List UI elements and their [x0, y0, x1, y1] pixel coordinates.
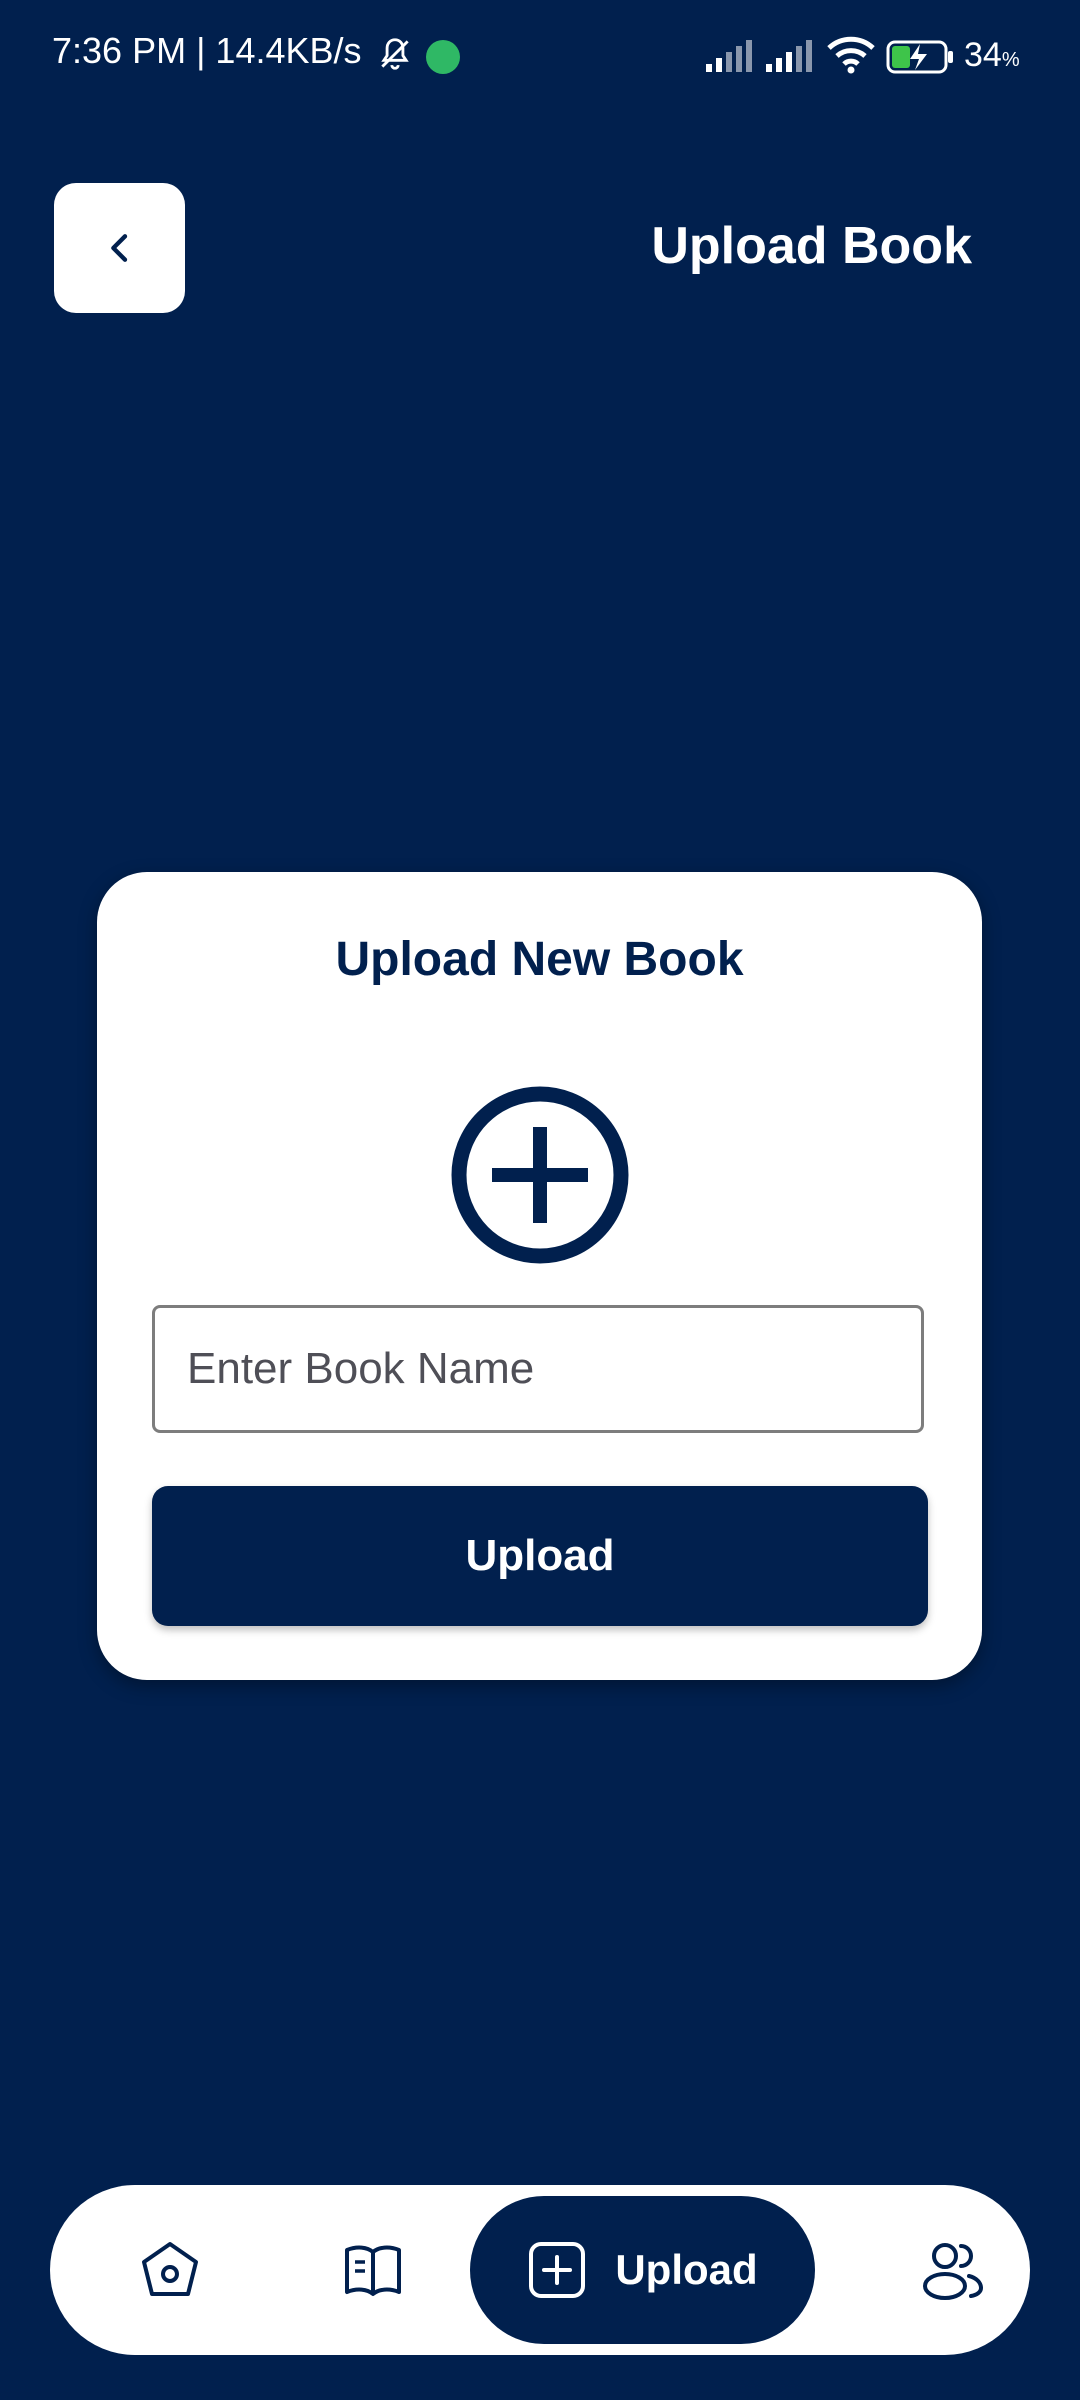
users-icon: [923, 2243, 984, 2300]
nav-upload-label: Upload: [615, 2246, 758, 2293]
upload-card: Upload New Book Upload: [97, 872, 982, 1680]
signal-icon: [706, 40, 752, 72]
page-title: Upload Book: [651, 217, 972, 275]
android-app-icon: [426, 40, 460, 74]
signal-icon-2: [766, 40, 812, 72]
back-button[interactable]: [54, 183, 185, 313]
status-time: 7:36 PM | 14.4KB/s: [52, 30, 362, 71]
upload-button[interactable]: Upload: [152, 1486, 928, 1626]
nav-books[interactable]: [313, 2185, 433, 2355]
book-name-input[interactable]: [152, 1305, 924, 1433]
card-title: Upload New Book: [335, 933, 744, 986]
plus-square-icon: [529, 2242, 586, 2298]
nav-upload[interactable]: Upload: [470, 2196, 815, 2344]
add-circle-icon[interactable]: [450, 1085, 630, 1265]
bell-muted-icon: [381, 38, 409, 70]
home-icon: [142, 2242, 198, 2296]
battery-percent: 34%: [964, 36, 1020, 74]
open-book-icon: [345, 2245, 401, 2296]
battery-charging-icon: [886, 40, 953, 74]
status-bar: 7:36 PM | 14.4KB/s 34%: [0, 0, 1080, 115]
nav-home[interactable]: [110, 2185, 230, 2355]
nav-users[interactable]: [892, 2185, 1012, 2355]
chevron-left-icon: [110, 234, 127, 262]
wifi-icon: [827, 36, 875, 74]
bottom-nav: Upload: [50, 2185, 1030, 2355]
